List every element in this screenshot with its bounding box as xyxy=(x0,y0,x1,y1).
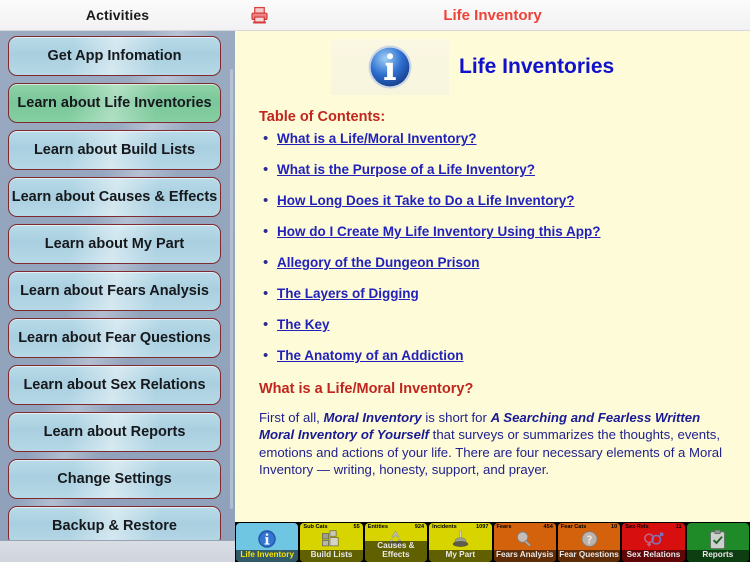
sidebar-scrollbar[interactable] xyxy=(230,69,233,509)
main-header: Life Inventory xyxy=(235,0,750,31)
toolbar-item-label: Fear Questions xyxy=(557,550,621,562)
hero-title: Life Inventories xyxy=(459,55,615,78)
list-item: The Layers of Digging xyxy=(263,285,750,302)
sidebar-item-label: Learn about Fears Analysis xyxy=(20,283,209,299)
toc-link[interactable]: What is the Purpose of a Life Inventory? xyxy=(277,162,535,177)
list-item: The Anatomy of an Addiction xyxy=(263,347,750,364)
list-item: How Long Does it Take to Do a Life Inven… xyxy=(263,192,750,209)
sidebar-item-label: Change Settings xyxy=(57,471,172,487)
sidebar-item-backup-restore[interactable]: Backup & Restore xyxy=(8,506,221,540)
toolbar-item-label: Reports xyxy=(686,550,749,562)
svg-text:?: ? xyxy=(586,533,592,546)
page-title: Life Inventory xyxy=(443,6,542,24)
sidebar-item-learn-life-inventories[interactable]: Learn about Life Inventories xyxy=(8,83,221,123)
toolbar-item-label: Sex Relations xyxy=(622,550,685,562)
toc-link[interactable]: What is a Life/Moral Inventory? xyxy=(277,131,477,146)
toc-link[interactable]: The Key xyxy=(277,317,330,332)
article-heading: What is a Life/Moral Inventory? xyxy=(259,381,474,397)
list-item: The Key xyxy=(263,316,750,333)
sidebar-item-label: Learn about Sex Relations xyxy=(23,377,206,393)
sidebar-item-learn-fears-analysis[interactable]: Learn about Fears Analysis xyxy=(8,271,221,311)
toolbar-item-label: My Part xyxy=(429,550,492,562)
toolbar-item-causes-effects[interactable]: Entities 924 Causes & Effects xyxy=(364,523,428,562)
sidebar-item-label: Learn about My Part xyxy=(44,236,185,252)
question-icon: ? xyxy=(558,529,620,549)
article-paragraph: First of all, Moral Inventory is short f… xyxy=(259,409,726,479)
sidebar-item-label: Learn about Life Inventories xyxy=(17,95,212,111)
sidebar-item-learn-build-lists[interactable]: Learn about Build Lists xyxy=(8,130,221,170)
toc-link[interactable]: The Anatomy of an Addiction xyxy=(277,348,464,363)
toc-link[interactable]: How Long Does it Take to Do a Life Inven… xyxy=(277,193,575,208)
sidebar-item-learn-fear-questions[interactable]: Learn about Fear Questions xyxy=(8,318,221,358)
toolbar-item-label: Build Lists xyxy=(300,550,363,562)
sidebar-item-label: Learn about Reports xyxy=(43,424,186,440)
toc-link[interactable]: How do I Create My Life Inventory Using … xyxy=(277,224,601,239)
toolbar-item-label: Fears Analysis xyxy=(493,550,556,562)
sidebar-item-learn-my-part[interactable]: Learn about My Part xyxy=(8,224,221,264)
toolbar-item-label: Causes & Effects xyxy=(364,541,428,562)
toc-link[interactable]: Allegory of the Dungeon Prison xyxy=(277,255,480,270)
list-item: How do I Create My Life Inventory Using … xyxy=(263,223,750,240)
sidebar: Activities Get App Infomation Learn abou… xyxy=(0,0,235,562)
table-of-contents: What is a Life/Moral Inventory? What is … xyxy=(263,130,750,364)
toolbar-item-sex-relations[interactable]: Sex Rels 11 Sex Relations xyxy=(622,523,685,562)
info-icon xyxy=(368,45,412,89)
toolbar-item-build-lists[interactable]: Sub Cats 55 Build Lists xyxy=(300,523,363,562)
hero-banner: Life Inventories xyxy=(235,31,750,101)
bottom-toolbar: Life Inventory Sub Cats 55 Build Lists E… xyxy=(235,522,750,562)
sidebar-nav-list: Get App Infomation Learn about Life Inve… xyxy=(0,31,235,540)
toc-heading: Table of Contents: xyxy=(259,109,386,125)
sidebar-item-label: Backup & Restore xyxy=(52,518,177,534)
content-area: Life Inventories Table of Contents: What… xyxy=(235,31,750,562)
app-window: Activities Get App Infomation Learn abou… xyxy=(0,0,750,562)
sidebar-item-learn-sex-relations[interactable]: Learn about Sex Relations xyxy=(8,365,221,405)
toolbar-item-fears-analysis[interactable]: Fears 454 Fears Analysis xyxy=(493,523,556,562)
info-icon xyxy=(236,529,298,549)
toc-link[interactable]: The Layers of Digging xyxy=(277,286,419,301)
sidebar-item-label: Learn about Build Lists xyxy=(33,142,196,158)
article-emphasis-1: Moral Inventory xyxy=(323,410,422,425)
print-button[interactable] xyxy=(246,3,272,27)
sidebar-item-get-app-information[interactable]: Get App Infomation xyxy=(8,36,221,76)
list-item: Allegory of the Dungeon Prison xyxy=(263,254,750,271)
toolbar-item-reports[interactable]: Reports xyxy=(686,523,749,562)
hero-icon-wrap xyxy=(331,39,449,95)
toolbar-item-life-inventory[interactable]: Life Inventory xyxy=(236,523,299,562)
list-item: What is a Life/Moral Inventory? xyxy=(263,130,750,147)
sidebar-item-label: Learn about Fear Questions xyxy=(18,330,211,346)
clipboard-icon xyxy=(687,529,749,549)
sidebar-item-learn-causes-effects[interactable]: Learn about Causes & Effects xyxy=(8,177,221,217)
sidebar-header: Activities xyxy=(0,0,235,31)
sidebar-item-learn-reports[interactable]: Learn about Reports xyxy=(8,412,221,452)
blocks-icon xyxy=(300,529,362,549)
main-panel: Life Inventory Life Inventories Table of… xyxy=(235,0,750,562)
magnifier-icon xyxy=(494,529,556,549)
toolbar-item-fear-questions[interactable]: Fear Cats 10 ? Fear Questions xyxy=(557,523,621,562)
sidebar-title: Activities xyxy=(85,7,150,23)
list-item: What is the Purpose of a Life Inventory? xyxy=(263,161,750,178)
toolbar-item-my-part[interactable]: Incidents 1097 My Part xyxy=(429,523,492,562)
sidebar-footer xyxy=(0,540,235,562)
sidebar-item-label: Learn about Causes & Effects xyxy=(11,189,218,205)
article-lead: First of all, xyxy=(259,410,324,425)
stamp-icon xyxy=(429,529,491,549)
sidebar-item-change-settings[interactable]: Change Settings xyxy=(8,459,221,499)
gender-icon xyxy=(622,529,684,549)
toolbar-item-label: Life Inventory xyxy=(236,550,299,562)
printer-icon xyxy=(250,6,268,23)
sidebar-item-label: Get App Infomation xyxy=(47,48,182,64)
article-mid: is short for xyxy=(421,410,491,425)
